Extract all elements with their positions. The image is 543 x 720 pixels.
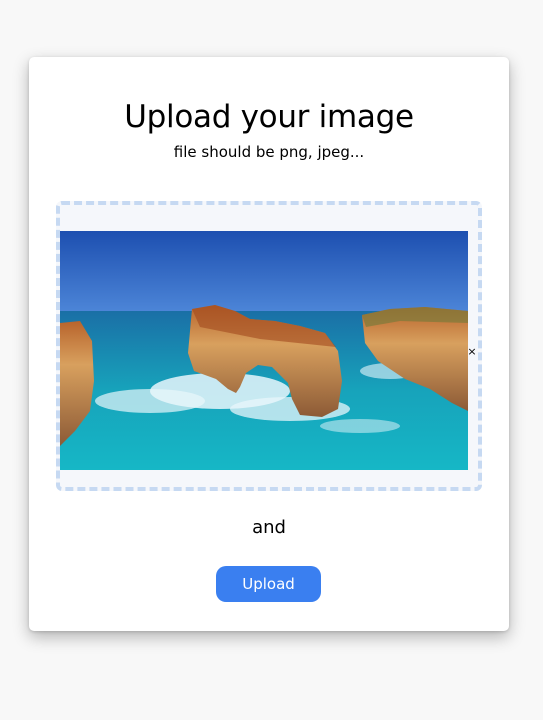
page-title: Upload your image bbox=[124, 99, 414, 135]
separator-text: and bbox=[252, 517, 286, 538]
upload-card: Upload your image file should be png, jp… bbox=[29, 57, 509, 631]
file-type-hint: file should be png, jpeg... bbox=[173, 143, 365, 161]
close-icon[interactable]: × bbox=[467, 346, 477, 358]
upload-button[interactable]: Upload bbox=[216, 566, 321, 602]
image-preview bbox=[60, 231, 468, 470]
